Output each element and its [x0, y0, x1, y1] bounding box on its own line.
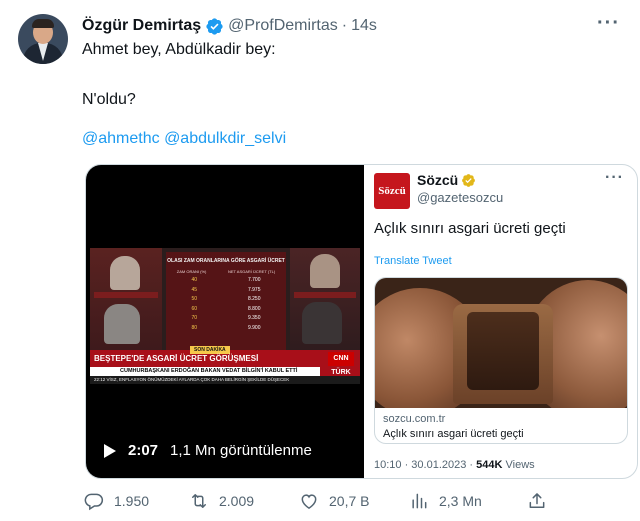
- play-icon[interactable]: [104, 443, 116, 458]
- tweet-timestamp[interactable]: 14s: [351, 17, 377, 35]
- retweet-button[interactable]: 2.009: [189, 491, 254, 511]
- quoted-author-name[interactable]: Sözcü: [417, 172, 458, 188]
- video-views: 1,1 Mn görüntülenme: [170, 442, 312, 459]
- wage-table-col2: NET ASGARİ ÜCRET (TL): [227, 269, 276, 274]
- separator-dot: ·: [341, 17, 348, 34]
- quoted-tweet-meta: 10:10 · 30.01.2023 · 544K Views: [374, 459, 535, 471]
- quoted-tweet-text: Açlık sınırı asgari ücreti geçti: [374, 220, 566, 237]
- wage-table-title: OLASI ZAM ORANLARINA GÖRE ASGARİ ÜCRET: [167, 258, 285, 264]
- tweet-text-line-1: Ahmet bey, Abdülkadir bey:: [82, 41, 276, 58]
- retweet-count: 2.009: [219, 493, 255, 509]
- video-controls: 2:07 1,1 Mn görüntülenme: [104, 442, 312, 459]
- tweet-header: Özgür Demirtaş @ProfDemirtas · 14s: [82, 15, 377, 37]
- like-count: 20,7 B: [329, 493, 370, 509]
- share-button[interactable]: [527, 491, 547, 511]
- quoted-author-name-row: Sözcü: [417, 172, 476, 188]
- tweet-mentions: @ahmethc @abdulkdir_selvi: [82, 130, 286, 148]
- sozcu-logo[interactable]: Sözcü: [374, 173, 410, 209]
- translate-tweet-link[interactable]: Translate Tweet: [374, 255, 452, 267]
- reply-icon: [84, 493, 104, 511]
- views-button[interactable]: 2,3 Mn: [409, 491, 482, 511]
- quoted-tweet-view-count: 544K: [476, 459, 503, 471]
- wage-table-row: 80 9.900: [191, 324, 261, 331]
- channel-logo: CNN TÜRK: [328, 352, 354, 376]
- quoted-more-options-icon[interactable]: ···: [605, 170, 624, 186]
- mention-ahmethc[interactable]: @ahmethc: [82, 130, 160, 147]
- news-subline: CUMHURBAŞKANI ERDOĞAN BAKAN VEDAT BİLGİN…: [90, 367, 320, 376]
- news-ticker: 22:12 VİSZ, ENFLASYON ÖNÜMÜZDEKİ AYLARDA…: [90, 376, 360, 384]
- quoted-author-handle[interactable]: @gazetesozcu: [417, 190, 503, 205]
- news-headline: BEŞTEPE'DE ASGARİ ÜCRET GÖRÜŞMESİ: [94, 354, 259, 363]
- breaking-tag: SON DAKİKA: [190, 346, 230, 354]
- quoted-tweet-time[interactable]: 10:10 · 30.01.2023 ·: [374, 459, 476, 471]
- tweet-text-line-2: N'oldu?: [82, 91, 136, 108]
- thumbnail-wage-table: OLASI ZAM ORANLARINA GÖRE ASGARİ ÜCRET Z…: [166, 252, 286, 350]
- reply-button[interactable]: 1.950: [84, 491, 149, 511]
- video-player[interactable]: OLASI ZAM ORANLARINA GÖRE ASGARİ ÜCRET Z…: [86, 165, 364, 478]
- analytics-icon: [412, 493, 427, 509]
- video-thumbnail: OLASI ZAM ORANLARINA GÖRE ASGARİ ÜCRET Z…: [90, 248, 360, 384]
- heart-icon: [301, 494, 317, 509]
- reply-count: 1.950: [114, 493, 150, 509]
- mention-abdulkdir-selvi[interactable]: @abdulkdir_selvi: [164, 130, 286, 147]
- wage-table-col1: ZAM ORANI (%): [176, 269, 207, 274]
- views-count: 2,3 Mn: [439, 493, 482, 509]
- link-preview-domain: sozcu.com.tr: [383, 413, 446, 425]
- wage-table-row: 40 7.700: [191, 277, 261, 283]
- quoted-tweet[interactable]: Sözcü Sözcü @gazetesozcu ··· Açlık sınır…: [364, 165, 637, 478]
- link-preview-title: Açlık sınırı asgari ücreti geçti: [383, 428, 524, 440]
- media-and-quote-container: OLASI ZAM ORANLARINA GÖRE ASGARİ ÜCRET Z…: [85, 164, 638, 479]
- wage-table-row: 50 8.250: [191, 296, 261, 302]
- video-duration: 2:07: [128, 442, 159, 459]
- link-preview-card[interactable]: sozcu.com.tr Açlık sınırı asgari ücreti …: [374, 277, 628, 444]
- wage-table-row: 70 9.350: [191, 315, 261, 321]
- more-options-icon[interactable]: ···: [597, 13, 620, 33]
- news-lower-third: SON DAKİKA BEŞTEPE'DE ASGARİ ÜCRET GÖRÜŞ…: [90, 346, 360, 384]
- tweet-action-bar: 1.950 2.009 20,7 B 2,3 Mn: [84, 491, 554, 511]
- gold-verified-badge-icon: [462, 173, 476, 187]
- author-handle[interactable]: @ProfDemirtas: [228, 17, 338, 35]
- thumbnail-panel-left: [90, 248, 162, 350]
- like-button[interactable]: 20,7 B: [299, 491, 369, 511]
- retweet-icon: [192, 494, 206, 508]
- verified-badge-icon: [206, 17, 223, 35]
- thumbnail-panel-right: [290, 248, 360, 350]
- author-name[interactable]: Özgür Demirtaş: [82, 17, 201, 35]
- quoted-tweet-view-label: Views: [502, 459, 535, 471]
- link-preview-image: [375, 278, 627, 408]
- share-icon: [529, 493, 545, 508]
- wage-table-row: 60 8.800: [191, 305, 261, 312]
- author-avatar[interactable]: [18, 14, 68, 64]
- wage-table-row: 45 7.975: [191, 286, 261, 293]
